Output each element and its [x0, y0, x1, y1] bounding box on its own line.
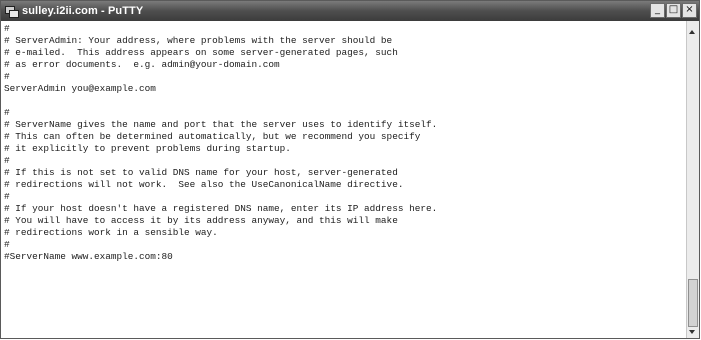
- terminal-line: # ServerAdmin: Your address, where probl…: [4, 35, 393, 46]
- terminal-line: #: [4, 155, 10, 166]
- window-title: sulley.i2ii.com - PuTTY: [22, 5, 144, 17]
- terminal-line: ServerAdmin you@example.com: [4, 83, 156, 94]
- terminal-line: # redirections work in a sensible way.: [4, 227, 218, 238]
- terminal-area[interactable]: # # ServerAdmin: Your address, where pro…: [1, 21, 687, 338]
- scroll-down-arrow-icon[interactable]: [689, 330, 695, 334]
- scroll-up-arrow-icon[interactable]: [689, 30, 695, 34]
- terminal-line: #: [4, 71, 10, 82]
- scrollbar-thumb[interactable]: [688, 279, 698, 327]
- terminal-line: # If your host doesn't have a registered…: [4, 203, 438, 214]
- terminal-line: #ServerName www.example.com:80: [4, 251, 173, 262]
- maximize-button[interactable]: □: [666, 3, 681, 18]
- vertical-scrollbar[interactable]: [686, 21, 699, 338]
- window-controls: _ □ ×: [650, 3, 697, 19]
- terminal-line: #: [4, 107, 10, 118]
- terminal-line: #: [4, 239, 10, 250]
- terminal-line: # ServerName gives the name and port tha…: [4, 119, 438, 130]
- terminal-line: #: [4, 23, 10, 34]
- terminal-line: # e-mailed. This address appears on some…: [4, 47, 398, 58]
- terminal-line: # redirections will not work. See also t…: [4, 179, 404, 190]
- terminal-line: # If this is not set to valid DNS name f…: [4, 167, 398, 178]
- minimize-button[interactable]: _: [650, 3, 665, 18]
- title-bar[interactable]: sulley.i2ii.com - PuTTY _ □ ×: [1, 1, 699, 21]
- terminal-line: # it explicitly to prevent problems duri…: [4, 143, 291, 154]
- close-button[interactable]: ×: [682, 3, 697, 18]
- terminal-line: # You will have to access it by its addr…: [4, 215, 398, 226]
- terminal-line: # This can often be determined automatic…: [4, 131, 421, 142]
- putty-app-icon[interactable]: [5, 5, 19, 18]
- terminal-line: #: [4, 191, 10, 202]
- putty-window: sulley.i2ii.com - PuTTY _ □ × # # Server…: [0, 0, 700, 339]
- terminal-line: # as error documents. e.g. admin@your-do…: [4, 59, 280, 70]
